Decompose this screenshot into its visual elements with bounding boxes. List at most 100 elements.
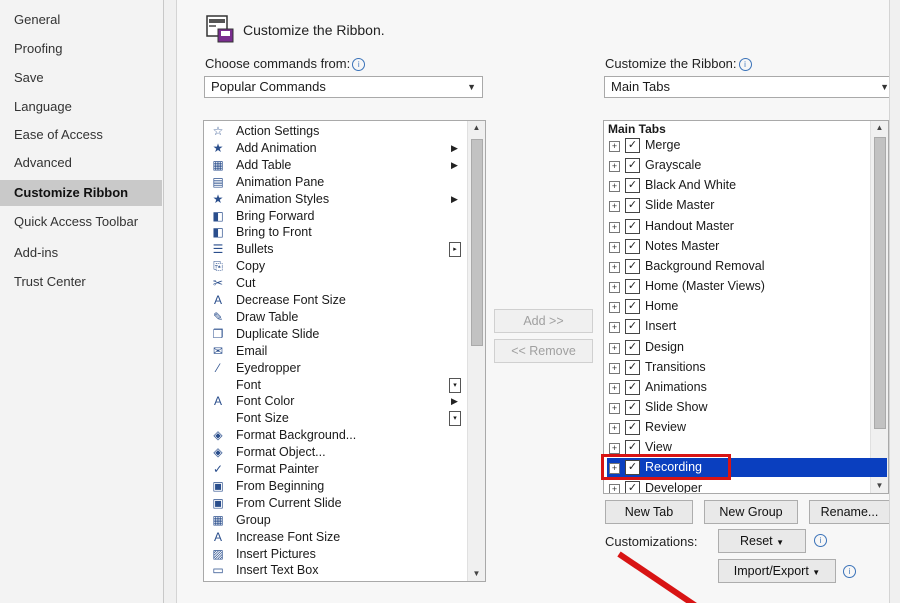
- expand-icon[interactable]: +: [609, 342, 620, 354]
- import-export-button[interactable]: Import/Export ▼: [718, 559, 836, 583]
- command-item[interactable]: A Font Color ▶: [208, 393, 463, 410]
- ribbon-tab-item[interactable]: + ✓ Home (Master Views): [607, 277, 887, 296]
- tab-checkbox[interactable]: ✓: [625, 379, 640, 395]
- expand-icon[interactable]: +: [609, 282, 620, 294]
- tab-checkbox[interactable]: ✓: [625, 359, 640, 375]
- tab-checkbox[interactable]: ✓: [625, 238, 640, 254]
- command-item[interactable]: Font Size ▾: [208, 410, 463, 427]
- command-item[interactable]: ★ Animation Styles ▶: [208, 191, 463, 208]
- remove-button[interactable]: << Remove: [494, 339, 593, 363]
- expand-icon[interactable]: +: [609, 402, 620, 414]
- expand-icon[interactable]: +: [609, 302, 620, 314]
- commands-list[interactable]: ▲ ▼ ☆ Action Settings ★ Add Animation ▶ ▦ Add …: [203, 120, 486, 582]
- nav-item-customize-ribbon[interactable]: Customize Ribbon: [0, 180, 162, 206]
- ribbon-tab-item[interactable]: + ✓ Merge: [607, 136, 887, 155]
- command-item[interactable]: ▣ From Current Slide: [208, 495, 463, 512]
- nav-item-general[interactable]: General: [14, 12, 60, 27]
- nav-item-ease-of-access[interactable]: Ease of Access: [14, 127, 103, 142]
- scroll-down-icon[interactable]: ▼: [468, 567, 485, 581]
- ribbon-tabs-tree[interactable]: Main Tabs ▲ ▼ + ✓ Merge + ✓ Grayscale + ✓ Black …: [603, 120, 889, 494]
- nav-item-advanced[interactable]: Advanced: [14, 155, 72, 170]
- ribbon-tab-item[interactable]: + ✓ Slide Master: [607, 196, 887, 215]
- nav-item-trust-center[interactable]: Trust Center: [14, 274, 86, 289]
- info-icon[interactable]: i: [814, 534, 827, 547]
- add-button[interactable]: Add >>: [494, 309, 593, 333]
- command-item[interactable]: ◈ Format Object...: [208, 444, 463, 461]
- command-item[interactable]: ✎ Draw Table: [208, 309, 463, 326]
- tab-checkbox[interactable]: ✓: [625, 158, 640, 174]
- command-item[interactable]: ▭ Insert Text Box: [208, 562, 463, 579]
- tab-checkbox[interactable]: ✓: [625, 279, 640, 295]
- scrollbar-thumb[interactable]: [471, 139, 483, 346]
- expand-icon[interactable]: +: [609, 423, 620, 435]
- nav-item-language[interactable]: Language: [14, 99, 72, 114]
- commands-scrollbar[interactable]: ▲ ▼: [467, 121, 485, 581]
- tab-checkbox[interactable]: ✓: [625, 319, 640, 335]
- rename-button[interactable]: Rename...: [809, 500, 889, 524]
- expand-icon[interactable]: +: [609, 141, 620, 152]
- choose-commands-dropdown[interactable]: Popular Commands ▼: [204, 76, 483, 98]
- scroll-up-icon[interactable]: ▲: [871, 121, 888, 135]
- expand-icon[interactable]: +: [609, 483, 620, 493]
- tab-checkbox[interactable]: ✓: [625, 178, 640, 194]
- ribbon-tab-item[interactable]: + ✓ Notes Master: [607, 237, 887, 256]
- nav-item-proofing[interactable]: Proofing: [14, 41, 62, 56]
- command-item[interactable]: ⎘ Copy: [208, 258, 463, 275]
- expand-icon[interactable]: +: [609, 181, 620, 193]
- ribbon-tab-item[interactable]: + ✓ Transitions: [607, 358, 887, 377]
- nav-item-add-ins[interactable]: Add-ins: [14, 245, 58, 260]
- expand-icon[interactable]: +: [609, 362, 620, 374]
- nav-item-save[interactable]: Save: [14, 70, 44, 85]
- tab-checkbox[interactable]: ✓: [625, 198, 640, 214]
- expand-icon[interactable]: +: [609, 161, 620, 173]
- info-icon[interactable]: i: [843, 565, 856, 578]
- expand-icon[interactable]: +: [609, 201, 620, 213]
- command-item[interactable]: ▦ Add Table ▶: [208, 157, 463, 174]
- expand-icon[interactable]: +: [609, 443, 620, 455]
- info-icon[interactable]: i: [738, 58, 752, 71]
- command-item[interactable]: ★ Add Animation ▶: [208, 140, 463, 157]
- command-item[interactable]: A Increase Font Size: [208, 529, 463, 546]
- tab-checkbox[interactable]: ✓: [625, 480, 640, 493]
- tab-checkbox[interactable]: ✓: [625, 339, 640, 355]
- ribbon-tab-item[interactable]: + ✓ Handout Master: [607, 217, 887, 236]
- tab-checkbox[interactable]: ✓: [625, 138, 640, 153]
- expand-icon[interactable]: +: [609, 241, 620, 253]
- ribbon-tab-item[interactable]: + ✓ Grayscale: [607, 156, 887, 175]
- ribbon-tab-item[interactable]: + ✓ Home: [607, 297, 887, 316]
- command-item[interactable]: ❐ Duplicate Slide: [208, 326, 463, 343]
- expand-icon[interactable]: +: [609, 382, 620, 394]
- tab-checkbox[interactable]: ✓: [625, 399, 640, 415]
- nav-item-quick-access-toolbar[interactable]: Quick Access Toolbar: [14, 214, 138, 229]
- tab-checkbox[interactable]: ✓: [625, 299, 640, 315]
- command-item[interactable]: ◈ Format Background...: [208, 427, 463, 444]
- info-icon[interactable]: i: [352, 58, 366, 71]
- command-item[interactable]: ✂ Cut: [208, 275, 463, 292]
- ribbon-tabs-dropdown[interactable]: Main Tabs ▼: [604, 76, 889, 98]
- ribbon-tab-item[interactable]: + ✓ Design: [607, 338, 887, 357]
- command-item[interactable]: A Decrease Font Size: [208, 292, 463, 309]
- command-item[interactable]: ◧ Bring Forward: [208, 208, 463, 225]
- ribbon-tab-item[interactable]: + ✓ Insert: [607, 317, 887, 336]
- expand-icon[interactable]: +: [609, 261, 620, 273]
- scroll-up-icon[interactable]: ▲: [468, 121, 485, 135]
- command-item[interactable]: ✉ Email: [208, 343, 463, 360]
- ribbon-tab-item[interactable]: + ✓ Review: [607, 418, 887, 437]
- command-item[interactable]: ▨ Insert Pictures: [208, 546, 463, 563]
- reset-button[interactable]: Reset ▼: [718, 529, 806, 553]
- command-item[interactable]: Font ▾: [208, 377, 463, 394]
- new-group-button[interactable]: New Group: [704, 500, 798, 524]
- tab-checkbox[interactable]: ✓: [625, 258, 640, 274]
- ribbon-tab-item[interactable]: + ✓ Slide Show: [607, 398, 887, 417]
- command-item[interactable]: ▦ Group: [208, 512, 463, 529]
- command-item[interactable]: ▤ Animation Pane: [208, 174, 463, 191]
- command-item[interactable]: ⁄ Eyedropper: [208, 360, 463, 377]
- tab-checkbox[interactable]: ✓: [625, 420, 640, 436]
- ribbon-tab-item[interactable]: + ✓ Animations: [607, 378, 887, 397]
- tab-checkbox[interactable]: ✓: [625, 440, 640, 456]
- command-item[interactable]: ◧ Bring to Front: [208, 224, 463, 241]
- command-item[interactable]: ☆ Action Settings: [208, 123, 463, 140]
- ribbon-tab-item[interactable]: + ✓ Black And White: [607, 176, 887, 195]
- expand-icon[interactable]: +: [609, 322, 620, 334]
- ribbon-tab-item[interactable]: + ✓ Developer: [607, 479, 887, 493]
